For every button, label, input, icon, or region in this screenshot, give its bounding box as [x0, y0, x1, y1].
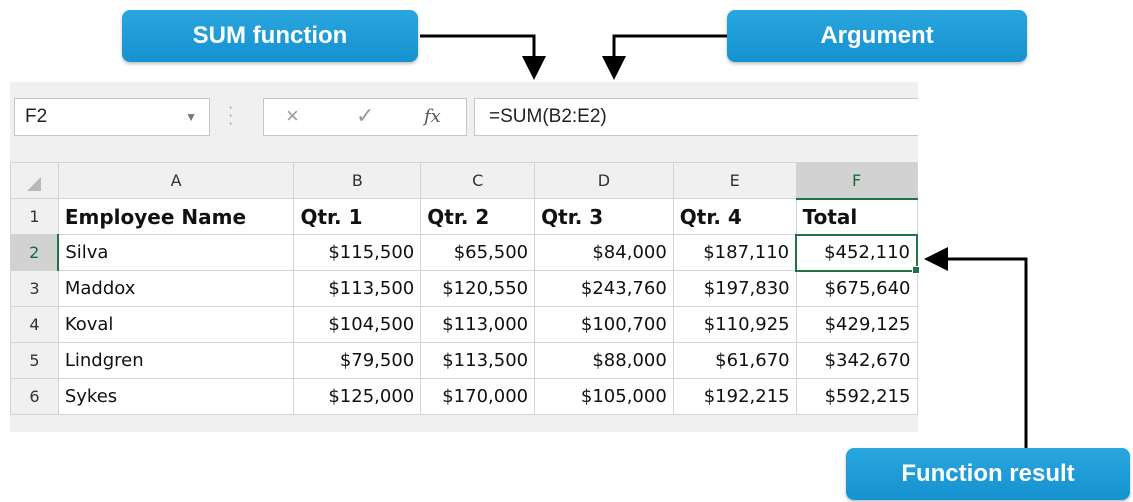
argument-arrow — [602, 34, 727, 80]
callout-arrows — [420, 34, 1028, 448]
sum-function-arrow — [420, 34, 546, 80]
function-result-arrow — [924, 247, 1028, 448]
